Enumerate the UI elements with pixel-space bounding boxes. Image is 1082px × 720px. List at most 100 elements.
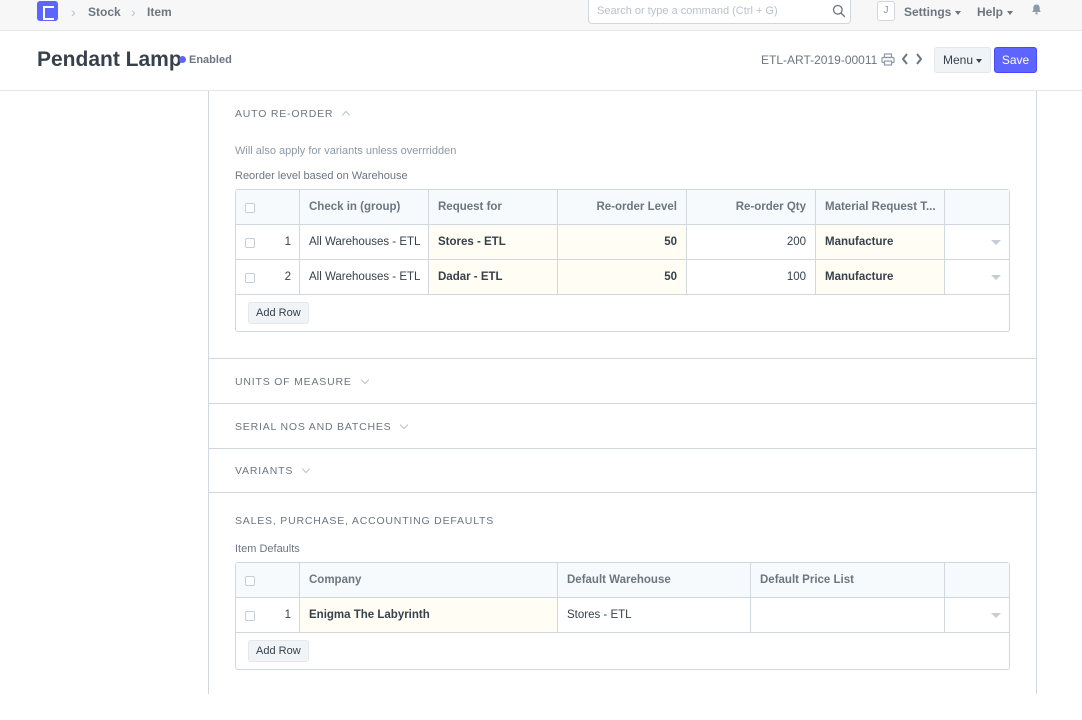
section-help-text: Will also apply for variants unless over… xyxy=(235,145,457,157)
status-dot-icon xyxy=(179,56,186,63)
row-dropdown-icon[interactable] xyxy=(991,240,1001,245)
notification-bell-icon[interactable] xyxy=(1031,4,1042,15)
help-dropdown[interactable]: Help xyxy=(977,5,1014,19)
breadcrumb-stock[interactable]: Stock xyxy=(88,5,121,19)
reorder-qty-cell[interactable]: 100 xyxy=(687,260,816,294)
section-units-of-measure: UNITS OF MEASURE xyxy=(209,359,1036,404)
select-all-cell xyxy=(236,563,300,597)
default-warehouse-cell[interactable]: Stores - ETL xyxy=(558,598,751,632)
chevron-down-icon xyxy=(400,420,409,430)
row-checkbox[interactable] xyxy=(245,238,255,248)
search-input[interactable] xyxy=(597,5,827,17)
save-button[interactable]: Save xyxy=(994,47,1037,73)
material-request-type-cell[interactable]: Manufacture xyxy=(816,260,945,294)
awesome-bar[interactable] xyxy=(588,0,851,24)
check-in-group-cell[interactable]: All Warehouses - ETL xyxy=(300,225,429,259)
section-head-defaults[interactable]: SALES, PURCHASE, ACCOUNTING DEFAULTS xyxy=(235,515,494,527)
table-row[interactable]: 1 Enigma The Labyrinth Stores - ETL xyxy=(236,598,1009,633)
chevron-down-icon xyxy=(360,375,369,385)
caret-down-icon xyxy=(976,58,983,63)
table-header-row: Company Default Warehouse Default Price … xyxy=(236,563,1009,598)
chevron-left-icon[interactable] xyxy=(900,52,910,66)
add-row-button[interactable]: Add Row xyxy=(248,302,309,324)
app-logo-icon[interactable] xyxy=(37,1,58,21)
column-header: Re-order Level xyxy=(558,190,687,224)
section-head-variants[interactable]: VARIANTS xyxy=(235,464,311,477)
item-defaults-table: Company Default Warehouse Default Price … xyxy=(235,562,1010,670)
section-title: SALES, PURCHASE, ACCOUNTING DEFAULTS xyxy=(235,515,495,527)
table-row[interactable]: 2 All Warehouses - ETL Dadar - ETL 50 10… xyxy=(236,260,1009,295)
row-checkbox[interactable] xyxy=(245,273,255,283)
section-head-units-of-measure[interactable]: UNITS OF MEASURE xyxy=(235,375,369,388)
reorder-level-cell[interactable]: 50 xyxy=(558,225,687,259)
section-head-auto-reorder[interactable]: AUTO RE-ORDER xyxy=(235,108,351,120)
section-title: AUTO RE-ORDER xyxy=(235,108,334,120)
status-badge: Enabled xyxy=(179,54,232,66)
help-label: Help xyxy=(977,5,1004,19)
row-index-cell: 2 xyxy=(236,260,300,294)
settings-dropdown[interactable]: Settings xyxy=(904,5,962,19)
row-checkbox[interactable] xyxy=(245,611,255,621)
column-header-actions xyxy=(945,190,1009,224)
reorder-level-cell[interactable]: 50 xyxy=(558,260,687,294)
menu-button[interactable]: Menu xyxy=(934,47,991,73)
caret-down-icon xyxy=(955,10,962,15)
section-title: VARIANTS xyxy=(235,465,294,477)
row-dropdown-icon[interactable] xyxy=(991,613,1001,618)
section-variants: VARIANTS xyxy=(209,449,1036,493)
page-title: Pendant Lamp xyxy=(37,48,182,71)
column-header: Default Price List xyxy=(751,563,945,597)
chevron-up-icon xyxy=(342,110,351,120)
breadcrumb-item[interactable]: Item xyxy=(147,5,172,19)
caret-down-icon xyxy=(1007,10,1014,15)
breadcrumb-separator-icon: › xyxy=(71,4,76,20)
select-all-checkbox[interactable] xyxy=(245,576,255,586)
document-name: ETL-ART-2019-00011 xyxy=(761,53,878,67)
add-row-button[interactable]: Add Row xyxy=(248,640,309,662)
chevron-down-icon xyxy=(301,464,311,474)
search-icon[interactable] xyxy=(832,4,846,18)
reorder-table-label: Reorder level based on Warehouse xyxy=(235,170,408,182)
row-index-cell: 1 xyxy=(236,225,300,259)
company-cell[interactable]: Enigma The Labyrinth xyxy=(300,598,558,632)
column-header: Material Request T... xyxy=(816,190,945,224)
section-defaults: SALES, PURCHASE, ACCOUNTING DEFAULTS Ite… xyxy=(209,493,1036,694)
select-all-cell xyxy=(236,190,300,224)
request-for-cell[interactable]: Dadar - ETL xyxy=(429,260,558,294)
row-actions-cell xyxy=(945,260,1009,294)
row-index: 1 xyxy=(284,236,291,248)
column-header: Company xyxy=(300,563,558,597)
reorder-qty-cell[interactable]: 200 xyxy=(687,225,816,259)
reorder-table: Check in (group) Request for Re-order Le… xyxy=(235,189,1010,332)
default-price-list-cell[interactable] xyxy=(751,598,945,632)
table-header-row: Check in (group) Request for Re-order Le… xyxy=(236,190,1009,225)
row-index: 1 xyxy=(284,609,291,621)
row-actions-cell xyxy=(945,225,1009,259)
row-index: 2 xyxy=(284,271,291,283)
request-for-cell[interactable]: Stores - ETL xyxy=(429,225,558,259)
settings-label: Settings xyxy=(904,5,952,19)
column-header: Check in (group) xyxy=(300,190,429,224)
page-header: Pendant Lamp Enabled ETL-ART-2019-00011 … xyxy=(0,31,1082,91)
item-form: AUTO RE-ORDER Will also apply for varian… xyxy=(208,91,1037,694)
status-label: Enabled xyxy=(189,54,232,66)
section-head-serial-nos[interactable]: SERIAL NOS AND BATCHES xyxy=(235,420,409,433)
material-request-type-cell[interactable]: Manufacture xyxy=(816,225,945,259)
section-auto-reorder: AUTO RE-ORDER Will also apply for varian… xyxy=(209,91,1036,359)
column-header: Re-order Qty xyxy=(687,190,816,224)
row-dropdown-icon[interactable] xyxy=(991,275,1001,280)
breadcrumb-separator-icon: › xyxy=(131,4,136,20)
select-all-checkbox[interactable] xyxy=(245,203,255,213)
column-header-actions xyxy=(945,563,1009,597)
check-in-group-cell[interactable]: All Warehouses - ETL xyxy=(300,260,429,294)
column-header: Default Warehouse xyxy=(558,563,751,597)
table-row[interactable]: 1 All Warehouses - ETL Stores - ETL 50 2… xyxy=(236,225,1009,260)
chevron-right-icon[interactable] xyxy=(914,52,924,66)
row-index-cell: 1 xyxy=(236,598,300,632)
print-icon[interactable] xyxy=(881,53,895,66)
row-actions-cell xyxy=(945,598,1009,632)
menu-label: Menu xyxy=(942,53,974,67)
column-header: Request for xyxy=(429,190,558,224)
section-serial-nos-batches: SERIAL NOS AND BATCHES xyxy=(209,404,1036,449)
user-avatar[interactable]: J xyxy=(877,1,895,21)
